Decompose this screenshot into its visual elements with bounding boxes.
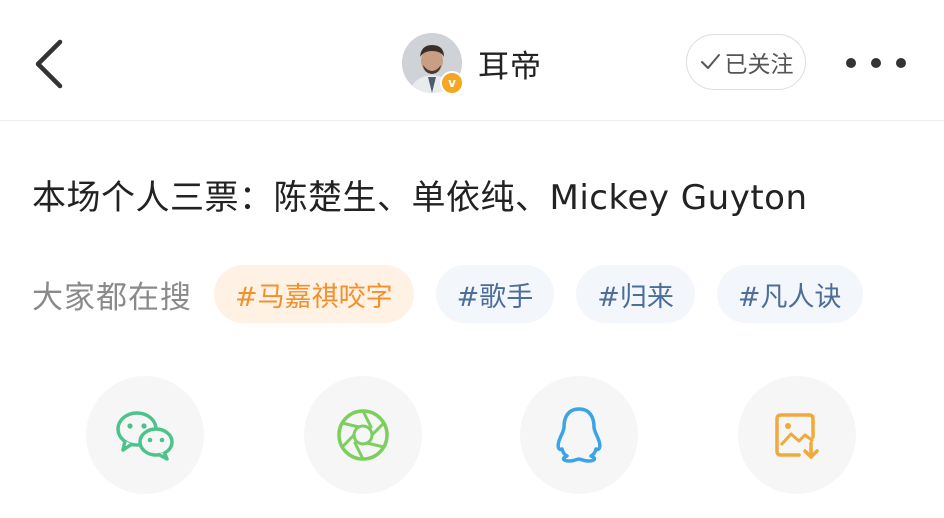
wechat-icon [116,411,174,461]
post-text: 本场个人三票：陈楚生、单依纯、Mickey Guyton [32,178,808,218]
trending-tag[interactable]: #歌手 [435,265,555,323]
avatar-container: v [402,33,464,95]
more-dot-icon [846,58,856,68]
more-button[interactable] [846,50,906,76]
trending-search-label: 大家都在搜 [32,279,192,316]
back-button[interactable] [28,36,72,92]
chevron-left-icon [35,39,63,89]
qq-icon [556,407,602,463]
post-detail-page: v 耳帝 已关注 本场个人三票：陈楚生、单依纯、Mickey Guyton 大家… [0,0,944,518]
top-bar: v 耳帝 已关注 [0,0,944,121]
follow-label: 已关注 [724,52,794,78]
more-dot-icon [871,58,881,68]
trending-tag[interactable]: #凡人诀 [716,265,863,323]
trending-tag[interactable]: #归来 [576,265,695,323]
share-wechat-button[interactable] [86,376,204,494]
verified-badge: v [440,71,464,95]
author-name[interactable]: 耳帝 [478,41,542,86]
share-save-image-button[interactable] [738,376,856,494]
share-moments-button[interactable] [304,376,422,494]
share-qq-button[interactable] [520,376,638,494]
follow-button[interactable]: 已关注 [686,34,806,90]
more-dot-icon [896,58,906,68]
trending-search-row: 大家都在搜 #马嘉祺咬字 #歌手 #归来 #凡人诀 [32,264,885,324]
check-icon [699,51,721,73]
author-profile[interactable]: v 耳帝 [402,32,542,95]
trending-tag[interactable]: #马嘉祺咬字 [214,265,414,323]
moments-icon [337,409,389,461]
save-image-icon [775,413,819,459]
